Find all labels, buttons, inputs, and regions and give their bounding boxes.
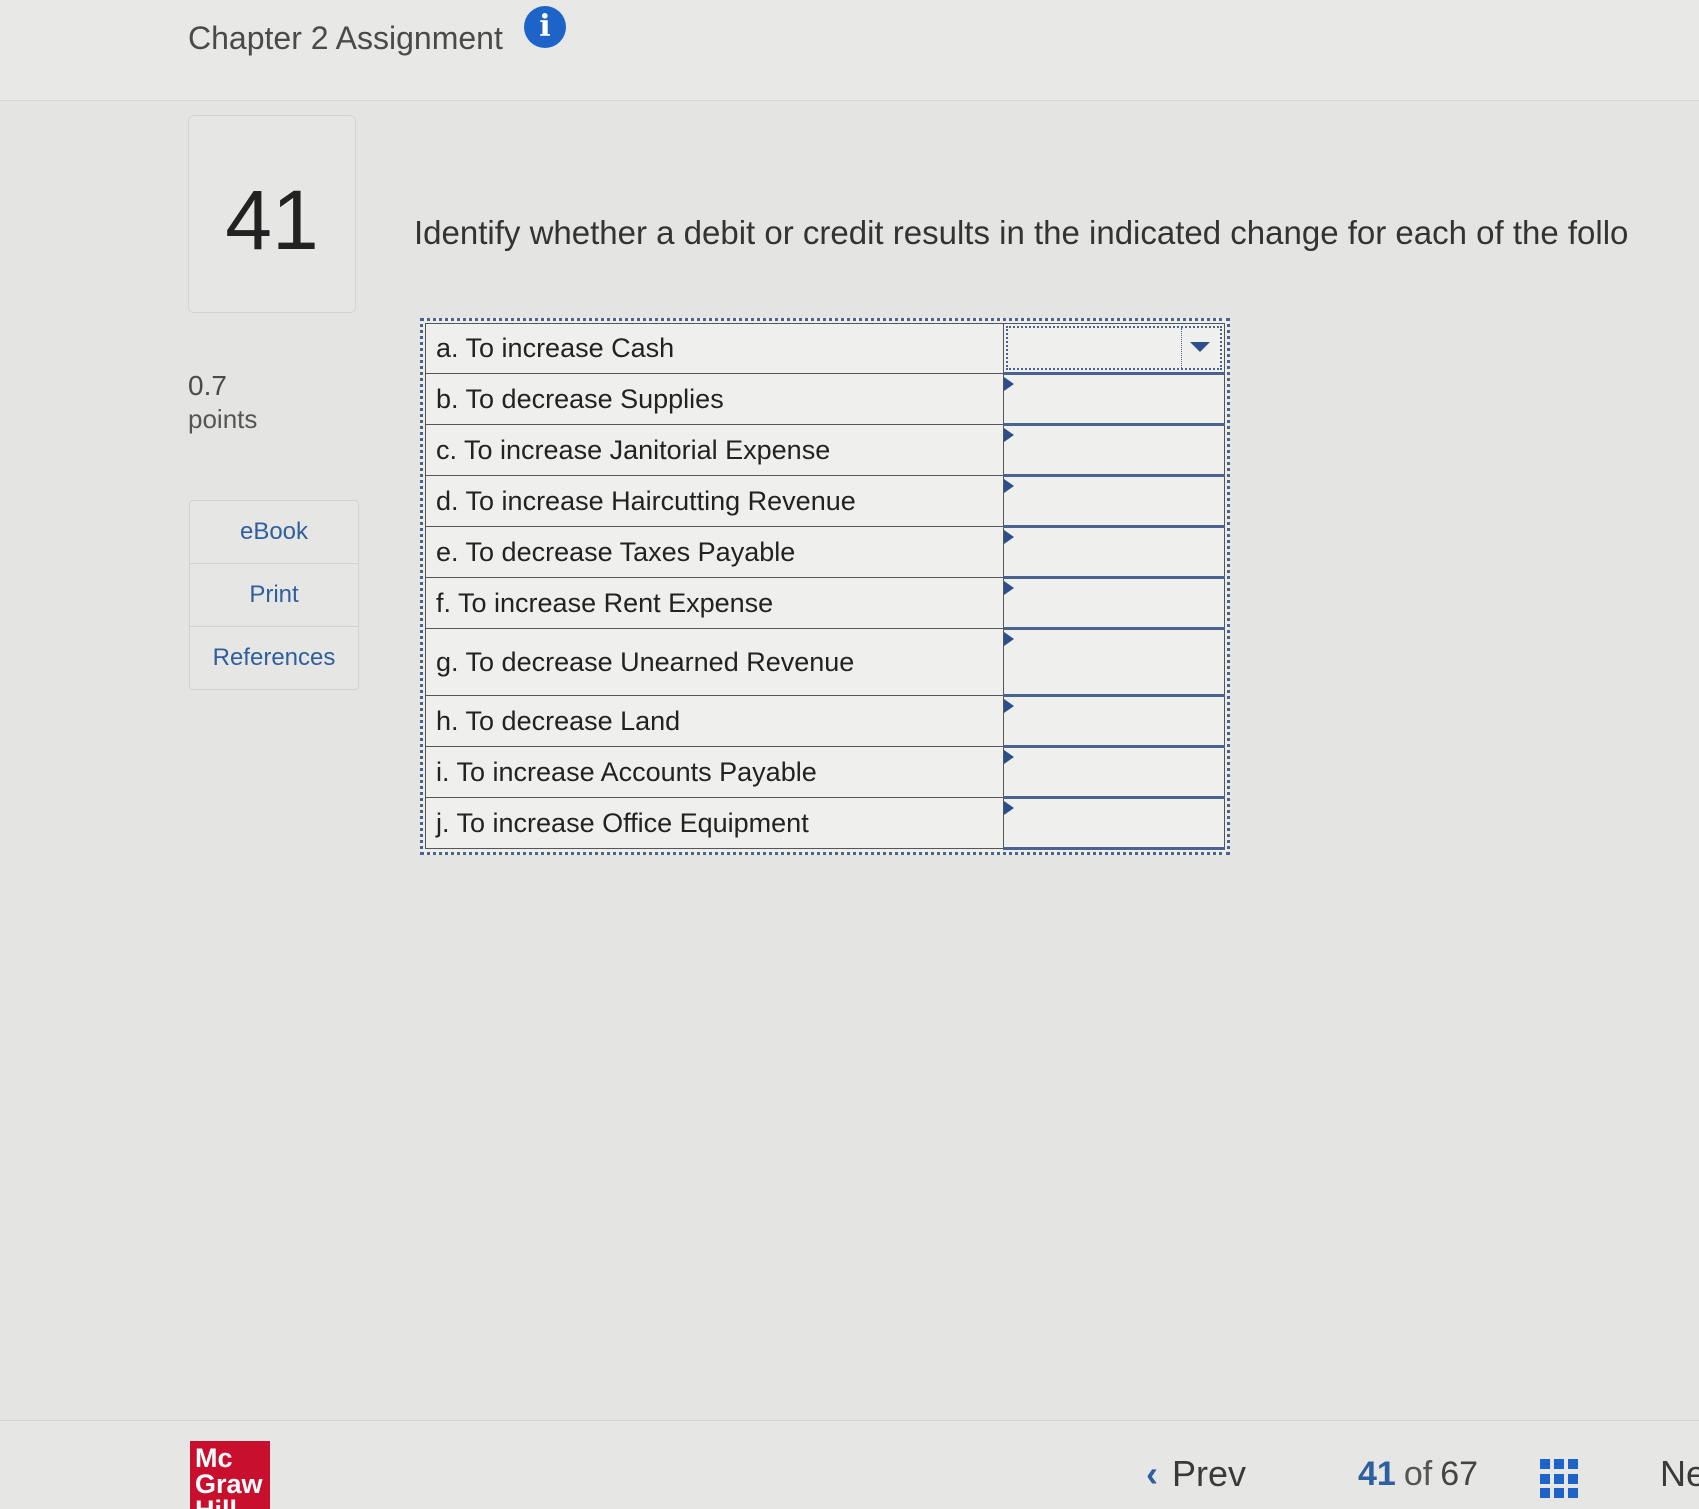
- bottom-nav-bar: Mc Graw Hill ‹ Prev 41of67 Ne: [0, 1420, 1699, 1509]
- top-bar: Chapter 2 Assignment i: [0, 0, 1699, 101]
- marker-icon: [1003, 377, 1014, 391]
- question-number-box: 41: [188, 115, 356, 313]
- info-icon[interactable]: i: [524, 6, 566, 48]
- next-button[interactable]: Ne: [1660, 1453, 1699, 1495]
- assignment-title: Chapter 2 Assignment: [188, 20, 503, 56]
- mcgraw-hill-logo: Mc Graw Hill: [190, 1441, 270, 1509]
- answer-dropdown[interactable]: [1002, 577, 1225, 630]
- answer-dropdown[interactable]: [1002, 797, 1225, 850]
- row-label: f. To increase Rent Expense: [425, 577, 1004, 629]
- answer-dropdown[interactable]: [1002, 695, 1225, 748]
- marker-icon: [1003, 699, 1014, 713]
- marker-icon: [1003, 581, 1014, 595]
- row-label: b. To decrease Supplies: [425, 373, 1004, 425]
- marker-icon: [1003, 750, 1014, 764]
- references-button[interactable]: References: [190, 627, 358, 689]
- chevron-left-icon: ‹: [1146, 1453, 1158, 1494]
- total-pages: 67: [1440, 1455, 1479, 1493]
- prev-button[interactable]: ‹ Prev: [1146, 1453, 1246, 1495]
- marker-icon: [1003, 530, 1014, 544]
- answer-table: a. To increase Cash b. To decrease Suppl…: [420, 318, 1230, 855]
- ebook-button[interactable]: eBook: [190, 501, 358, 564]
- points-label: points: [188, 404, 258, 434]
- row-label: d. To increase Haircutting Revenue: [425, 475, 1004, 527]
- row-label: e. To decrease Taxes Payable: [425, 526, 1004, 578]
- table-row: h. To decrease Land: [425, 695, 1225, 748]
- points-value: 0.7: [188, 370, 227, 401]
- table-row: f. To increase Rent Expense: [425, 577, 1225, 630]
- answer-dropdown[interactable]: [1002, 475, 1225, 528]
- table-row: j. To increase Office Equipment: [425, 797, 1225, 850]
- table-row: d. To increase Haircutting Revenue: [425, 475, 1225, 528]
- table-row: e. To decrease Taxes Payable: [425, 526, 1225, 579]
- row-label: h. To decrease Land: [425, 695, 1004, 747]
- marker-icon: [1003, 632, 1014, 646]
- table-row: g. To decrease Unearned Revenue: [425, 628, 1225, 697]
- marker-icon: [1003, 428, 1014, 442]
- row-label: a. To increase Cash: [425, 323, 1004, 374]
- row-label: i. To increase Accounts Payable: [425, 746, 1004, 798]
- row-label: g. To decrease Unearned Revenue: [425, 628, 1004, 696]
- question-prompt: Identify whether a debit or credit resul…: [414, 214, 1629, 251]
- table-row: b. To decrease Supplies: [425, 373, 1225, 426]
- row-label: c. To increase Janitorial Expense: [425, 424, 1004, 476]
- answer-dropdown[interactable]: [1002, 628, 1225, 697]
- current-page: 41: [1358, 1455, 1396, 1493]
- answer-dropdown[interactable]: [1002, 424, 1225, 477]
- marker-icon: [1003, 479, 1014, 493]
- chevron-down-icon[interactable]: [1190, 342, 1210, 352]
- answer-dropdown[interactable]: [1002, 526, 1225, 579]
- grid-icon[interactable]: [1540, 1459, 1580, 1499]
- page-of-label: of: [1403, 1455, 1433, 1493]
- dropdown-divider: [1181, 328, 1182, 368]
- prev-label: Prev: [1172, 1453, 1247, 1494]
- answer-dropdown[interactable]: [1002, 323, 1225, 375]
- answer-dropdown[interactable]: [1002, 746, 1225, 799]
- table-row: a. To increase Cash: [425, 323, 1225, 375]
- table-row: c. To increase Janitorial Expense: [425, 424, 1225, 477]
- question-number: 41: [225, 173, 319, 267]
- dropdown-select[interactable]: [1005, 326, 1222, 370]
- table-row: i. To increase Accounts Payable: [425, 746, 1225, 799]
- marker-icon: [1003, 801, 1014, 815]
- answer-dropdown[interactable]: [1002, 373, 1225, 426]
- tools-panel: eBook Print References: [189, 500, 359, 690]
- row-label: j. To increase Office Equipment: [425, 797, 1004, 849]
- page-indicator: 41 of 67: [1358, 1455, 1478, 1494]
- print-button[interactable]: Print: [190, 564, 358, 627]
